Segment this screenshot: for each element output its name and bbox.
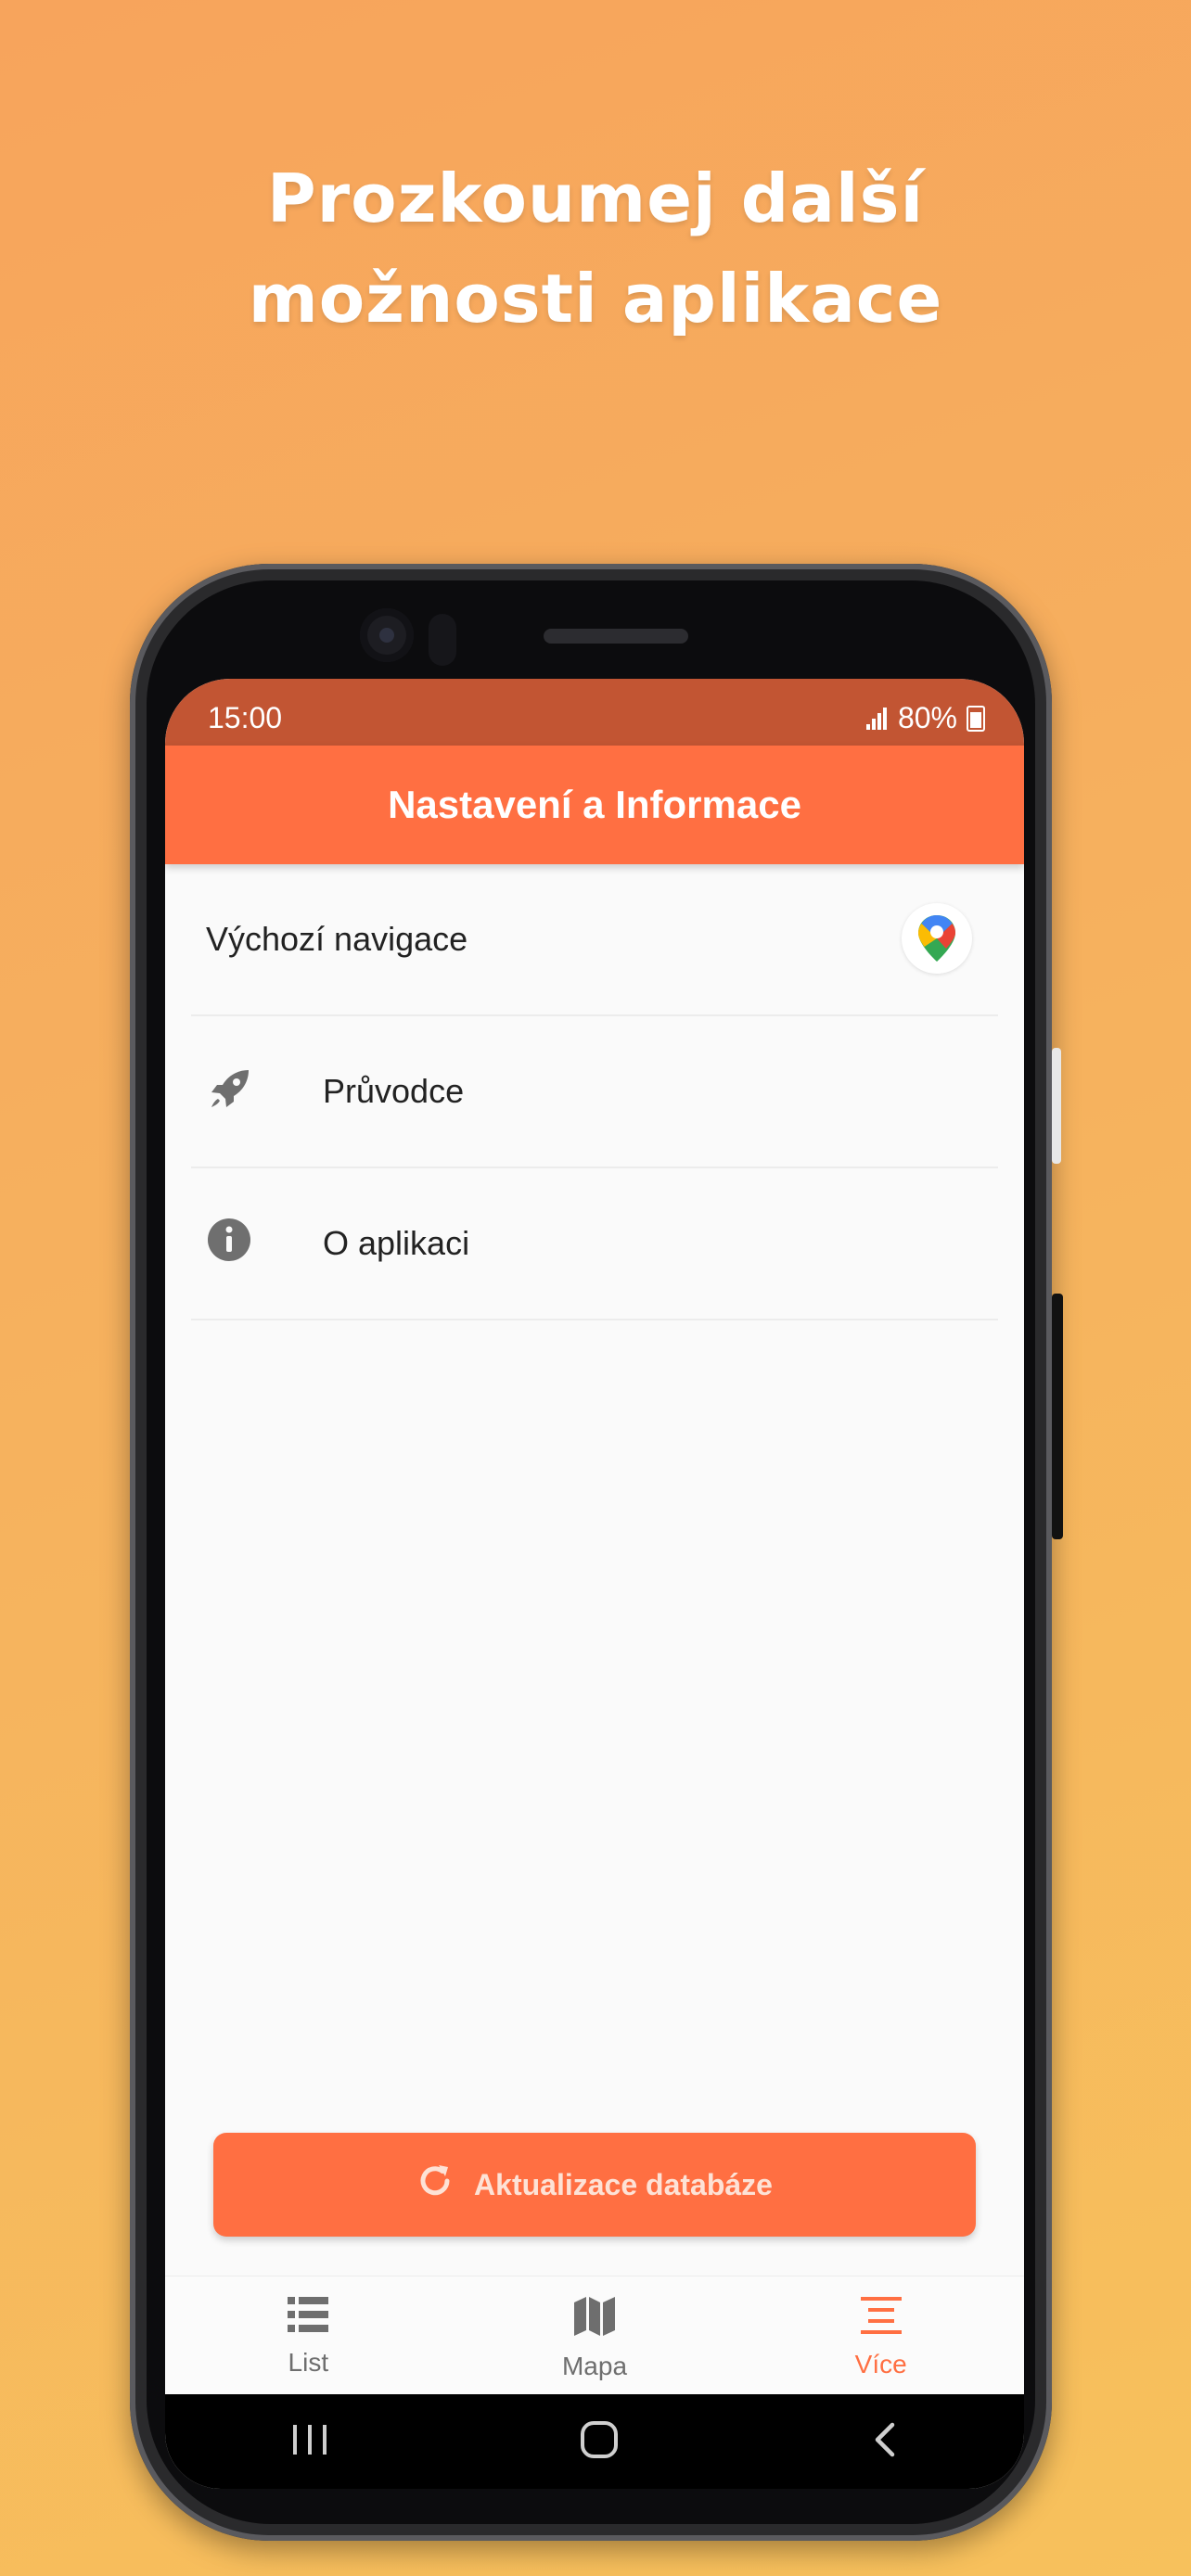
phone-power-button xyxy=(1052,1294,1063,1539)
system-navigation-bar xyxy=(165,2394,1024,2489)
earpiece-speaker xyxy=(544,629,688,644)
info-icon xyxy=(206,1217,258,1269)
rocket-icon xyxy=(206,1065,258,1116)
settings-item-label: Průvodce xyxy=(323,1072,465,1110)
update-database-button[interactable]: Aktualizace databáze xyxy=(213,2133,976,2237)
home-icon[interactable] xyxy=(580,2420,619,2464)
settings-list: Výchozí navigace Průvodce O aplikaci xyxy=(165,864,1024,1320)
app-bar-title: Nastavení a Informace xyxy=(165,746,1024,864)
nav-label: Mapa xyxy=(561,2352,628,2380)
settings-item-guide[interactable]: Průvodce xyxy=(165,1016,1024,1167)
battery-percent: 80% xyxy=(897,701,957,734)
proximity-sensor xyxy=(429,614,456,666)
back-icon[interactable] xyxy=(870,2421,898,2463)
update-database-label: Aktualizace databáze xyxy=(474,2167,773,2201)
nav-item-list[interactable]: List xyxy=(165,2276,452,2395)
front-camera xyxy=(360,608,414,662)
settings-item-about[interactable]: O aplikaci xyxy=(165,1168,1024,1319)
settings-item-label: O aplikaci xyxy=(323,1224,470,1262)
promo-headline: Prozkoumej další možnosti aplikace xyxy=(0,148,1191,349)
promo-line-1: Prozkoumej další xyxy=(266,159,925,237)
status-right: 80% xyxy=(865,701,985,735)
battery-icon xyxy=(967,705,985,732)
map-icon xyxy=(574,2297,615,2342)
more-icon xyxy=(860,2297,902,2340)
nav-item-map[interactable]: Mapa xyxy=(452,2276,738,2395)
nav-label: List xyxy=(288,2348,329,2377)
bottom-navigation: List Mapa Více xyxy=(165,2276,1024,2395)
divider xyxy=(191,1319,998,1320)
google-maps-icon[interactable] xyxy=(902,903,972,974)
refresh-icon xyxy=(416,2162,454,2207)
list-icon xyxy=(288,2297,329,2339)
status-bar: 15:00 80% xyxy=(165,679,1024,746)
nav-label: Více xyxy=(854,2350,907,2378)
phone-volume-button xyxy=(1052,1048,1061,1164)
nav-item-more[interactable]: Více xyxy=(737,2276,1024,2395)
recent-apps-icon[interactable] xyxy=(291,2423,328,2461)
settings-item-label: Výchozí navigace xyxy=(206,920,468,958)
settings-item-default-navigation[interactable]: Výchozí navigace xyxy=(165,864,1024,1014)
app-screen: 15:00 80% Nastavení a Informace Výchozí … xyxy=(165,679,1024,2489)
status-time: 15:00 xyxy=(208,701,283,734)
signal-icon xyxy=(865,707,889,730)
promo-line-2: možnosti aplikace xyxy=(248,260,943,338)
